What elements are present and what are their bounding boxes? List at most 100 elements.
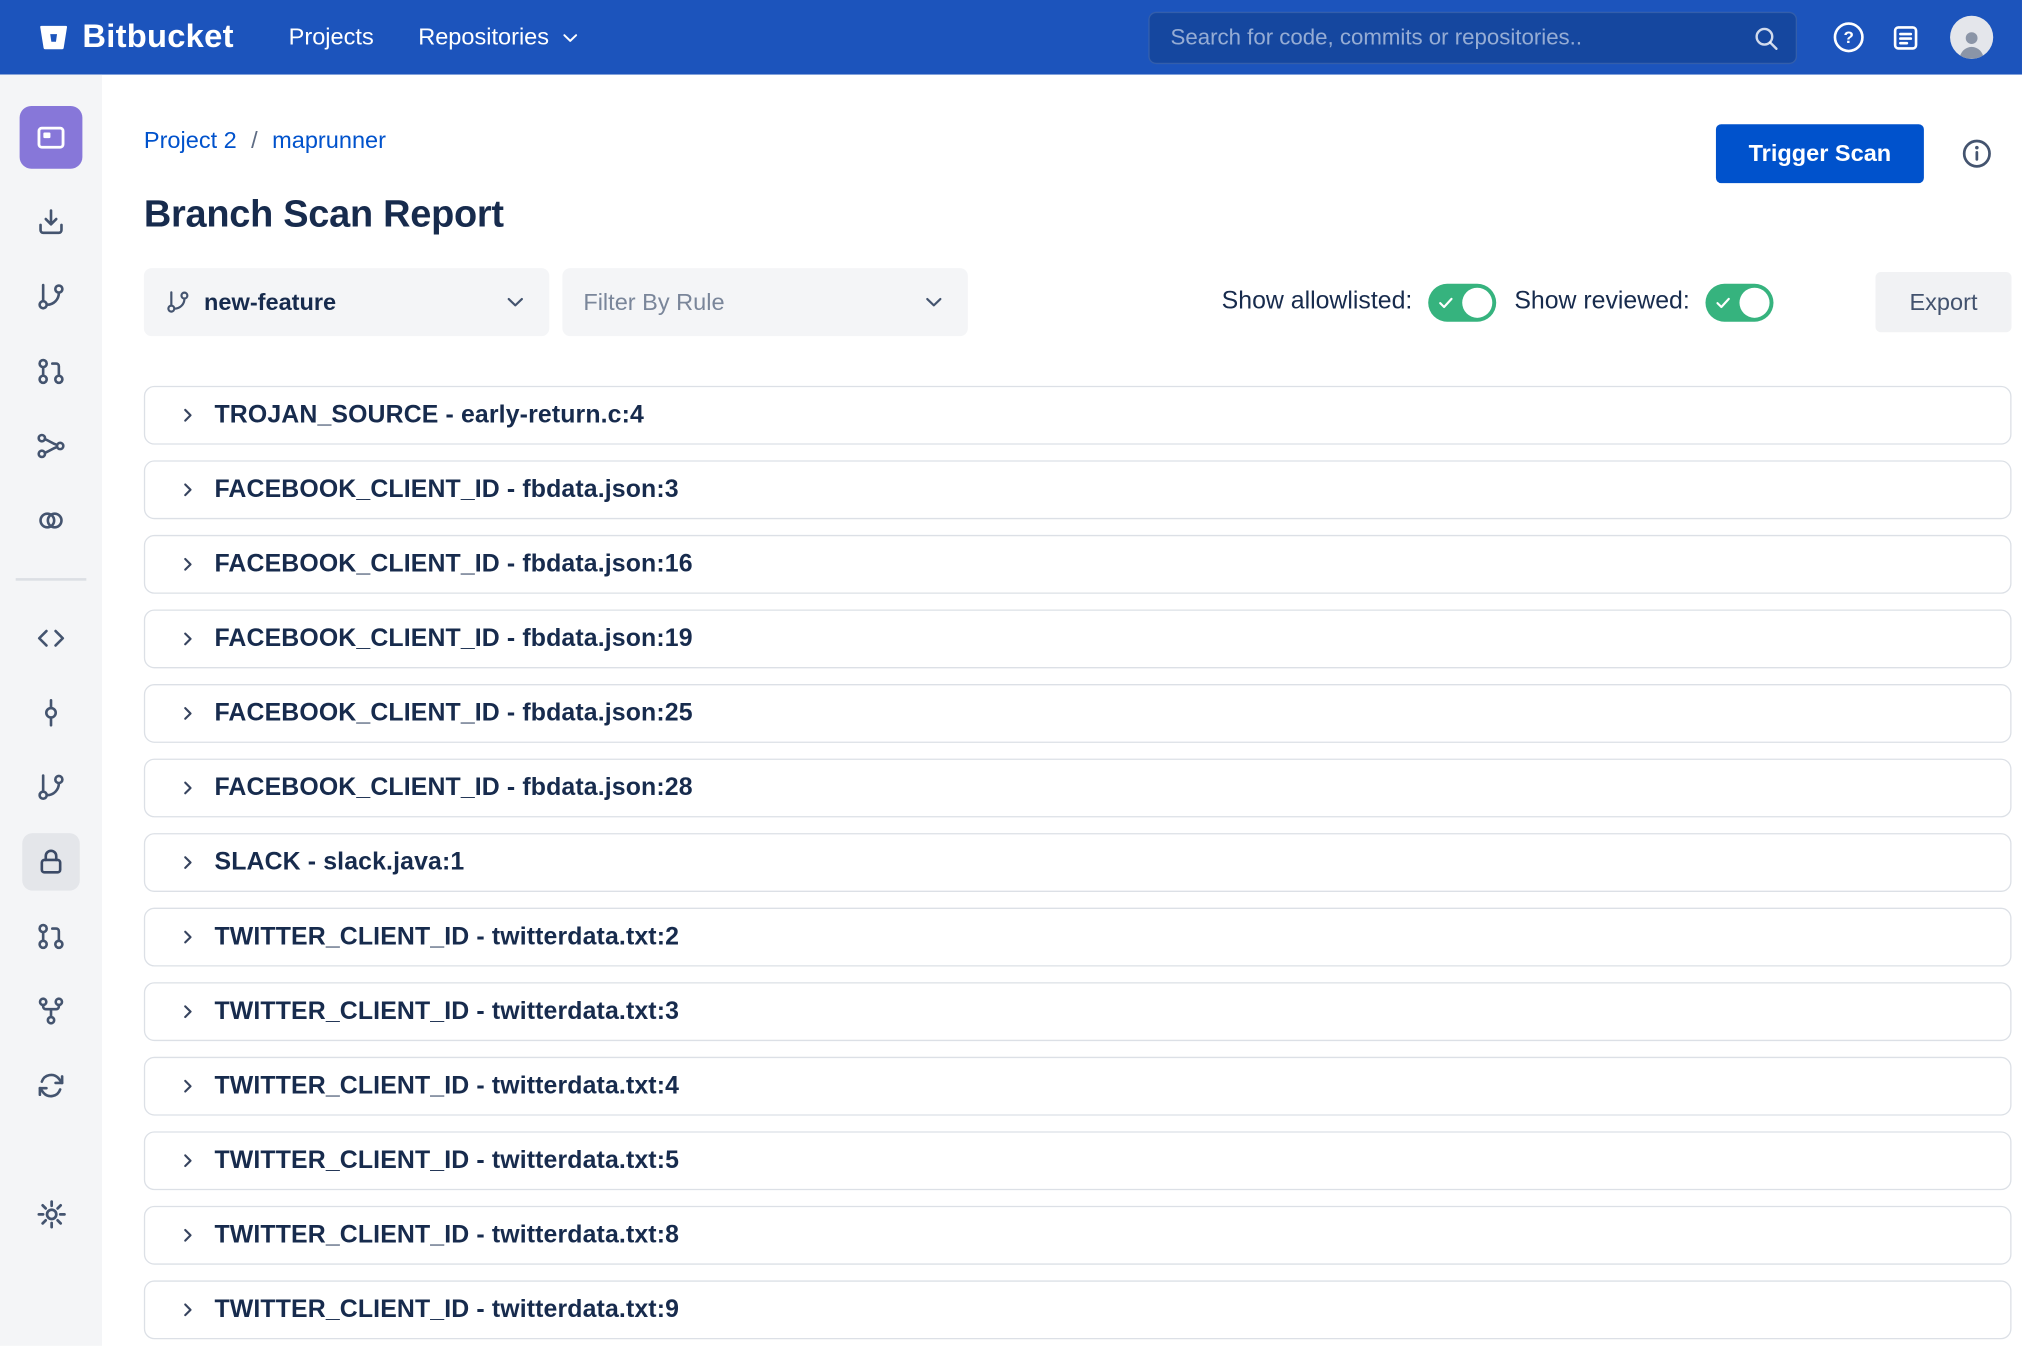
source-icon <box>35 623 66 654</box>
nav-repositories[interactable]: Repositories <box>418 24 582 51</box>
top-navbar: Bitbucket Projects Repositories ? <box>0 0 2022 75</box>
sidebar-item-environments[interactable] <box>22 492 80 550</box>
chevron-right-icon <box>178 629 198 649</box>
sidebar <box>0 75 102 1346</box>
clone-icon <box>35 207 66 238</box>
chevron-right-icon <box>178 927 198 947</box>
finding-row[interactable]: TWITTER_CLIENT_ID - twitterdata.txt:4 <box>144 1057 2012 1116</box>
chevron-right-icon <box>178 555 198 575</box>
nav-projects[interactable]: Projects <box>289 24 374 51</box>
branch-selector-value: new-feature <box>204 288 336 315</box>
chevron-down-icon <box>921 289 947 315</box>
rule-filter-dropdown[interactable]: Filter By Rule <box>562 268 967 336</box>
finding-label: TROJAN_SOURCE - early-return.c:4 <box>214 401 643 430</box>
filters-bar: new-feature Filter By Rule Show allowlis… <box>144 268 2012 336</box>
finding-row[interactable]: FACEBOOK_CLIENT_ID - fbdata.json:3 <box>144 460 2012 519</box>
search-icon[interactable] <box>1751 23 1780 52</box>
sidebar-item-sync[interactable] <box>22 1057 80 1115</box>
sidebar-item-forks[interactable] <box>22 982 80 1040</box>
feed-icon[interactable] <box>1890 22 1921 53</box>
finding-row[interactable]: TWITTER_CLIENT_ID - twitterdata.txt:9 <box>144 1280 2012 1339</box>
sidebar-divider <box>16 578 87 581</box>
sidebar-item-pull-requests[interactable] <box>22 908 80 966</box>
chevron-right-icon <box>178 1151 198 1171</box>
chevron-down-icon <box>502 289 528 315</box>
sidebar-item-settings[interactable] <box>22 1185 80 1243</box>
bitbucket-logo-icon <box>37 20 71 54</box>
trigger-scan-button[interactable]: Trigger Scan <box>1716 124 1924 183</box>
branches-icon <box>35 281 66 312</box>
environments-icon <box>35 505 66 536</box>
finding-row[interactable]: FACEBOOK_CLIENT_ID - fbdata.json:19 <box>144 609 2012 668</box>
chevron-right-icon <box>178 1076 198 1096</box>
chevron-right-icon <box>178 853 198 873</box>
finding-label: TWITTER_CLIENT_ID - twitterdata.txt:9 <box>214 1295 679 1324</box>
finding-row[interactable]: FACEBOOK_CLIENT_ID - fbdata.json:25 <box>144 684 2012 743</box>
breadcrumb-project-link[interactable]: Project 2 <box>144 127 237 154</box>
pull-requests-icon <box>35 921 66 952</box>
main-content: Project 2 / maprunner Trigger Scan Branc… <box>102 75 2022 1346</box>
toggle-group: Show allowlisted: Show reviewed: <box>1222 283 1774 321</box>
finding-row[interactable]: FACEBOOK_CLIENT_ID - fbdata.json:28 <box>144 759 2012 818</box>
check-icon <box>1437 294 1454 311</box>
scale-root: Bitbucket Projects Repositories ? <box>0 0 2022 1346</box>
finding-row[interactable]: SLACK - slack.java:1 <box>144 833 2012 892</box>
toggle-knob <box>1462 287 1492 317</box>
finding-row[interactable]: TWITTER_CLIENT_ID - twitterdata.txt:3 <box>144 982 2012 1041</box>
breadcrumb: Project 2 / maprunner <box>144 127 386 154</box>
repo-avatar-icon <box>34 120 68 154</box>
sidebar-item-source[interactable] <box>22 609 80 667</box>
search-input[interactable] <box>1148 11 1797 63</box>
finding-label: TWITTER_CLIENT_ID - twitterdata.txt:3 <box>214 997 679 1026</box>
sidebar-item-pipelines[interactable] <box>22 417 80 475</box>
toggle-knob <box>1739 287 1769 317</box>
export-button[interactable]: Export <box>1875 272 2011 332</box>
finding-row[interactable]: TWITTER_CLIENT_ID - twitterdata.txt:8 <box>144 1206 2012 1265</box>
chevron-right-icon <box>178 1300 198 1320</box>
sidebar-item-pull-requests-shortcut[interactable] <box>22 343 80 401</box>
finding-label: TWITTER_CLIENT_ID - twitterdata.txt:8 <box>214 1221 679 1250</box>
pipelines-icon <box>35 430 66 461</box>
finding-label: FACEBOOK_CLIENT_ID - fbdata.json:25 <box>214 699 692 728</box>
avatar[interactable] <box>1950 16 1993 59</box>
chevron-right-icon <box>178 1002 198 1022</box>
show-reviewed-toggle[interactable] <box>1705 283 1773 321</box>
info-icon[interactable] <box>1961 137 1994 170</box>
finding-label: TWITTER_CLIENT_ID - twitterdata.txt:2 <box>214 923 679 952</box>
rule-filter-placeholder: Filter By Rule <box>583 288 724 315</box>
repo-avatar[interactable] <box>20 106 83 169</box>
chevron-right-icon <box>178 1225 198 1245</box>
check-icon <box>1715 294 1732 311</box>
sidebar-item-security[interactable] <box>22 833 80 891</box>
finding-row[interactable]: FACEBOOK_CLIENT_ID - fbdata.json:16 <box>144 535 2012 594</box>
branch-selector-dropdown[interactable]: new-feature <box>144 268 549 336</box>
sidebar-item-clone[interactable] <box>22 194 80 252</box>
finding-label: FACEBOOK_CLIENT_ID - fbdata.json:3 <box>214 475 678 504</box>
nav-projects-label: Projects <box>289 24 374 51</box>
chevron-right-icon <box>178 778 198 798</box>
finding-row[interactable]: TWITTER_CLIENT_ID - twitterdata.txt:5 <box>144 1131 2012 1190</box>
finding-label: FACEBOOK_CLIENT_ID - fbdata.json:28 <box>214 774 692 803</box>
bitbucket-home-link[interactable]: Bitbucket <box>37 18 234 56</box>
findings-list: TROJAN_SOURCE - early-return.c:4 FACEBOO… <box>144 386 2012 1339</box>
settings-gear-icon <box>35 1197 68 1230</box>
show-allowlisted-toggle[interactable] <box>1428 283 1496 321</box>
chevron-right-icon <box>178 480 198 500</box>
chevron-right-icon <box>178 405 198 425</box>
app-body: Project 2 / maprunner Trigger Scan Branc… <box>0 75 2022 1346</box>
branches-icon <box>35 772 66 803</box>
finding-row[interactable]: TWITTER_CLIENT_ID - twitterdata.txt:2 <box>144 908 2012 967</box>
topline: Project 2 / maprunner Trigger Scan <box>144 124 2012 183</box>
sidebar-item-commits[interactable] <box>22 684 80 742</box>
sidebar-item-branches[interactable] <box>22 759 80 817</box>
brand-name: Bitbucket <box>82 18 233 56</box>
breadcrumb-separator: / <box>251 127 258 154</box>
help-icon[interactable]: ? <box>1834 22 1864 52</box>
finding-label: FACEBOOK_CLIENT_ID - fbdata.json:16 <box>214 550 692 579</box>
chevron-down-icon <box>558 26 582 50</box>
finding-row[interactable]: TROJAN_SOURCE - early-return.c:4 <box>144 386 2012 445</box>
search-box <box>1148 11 1797 63</box>
security-lock-icon <box>35 846 66 877</box>
breadcrumb-repo-link[interactable]: maprunner <box>272 127 386 154</box>
sidebar-item-branches-shortcut[interactable] <box>22 268 80 326</box>
